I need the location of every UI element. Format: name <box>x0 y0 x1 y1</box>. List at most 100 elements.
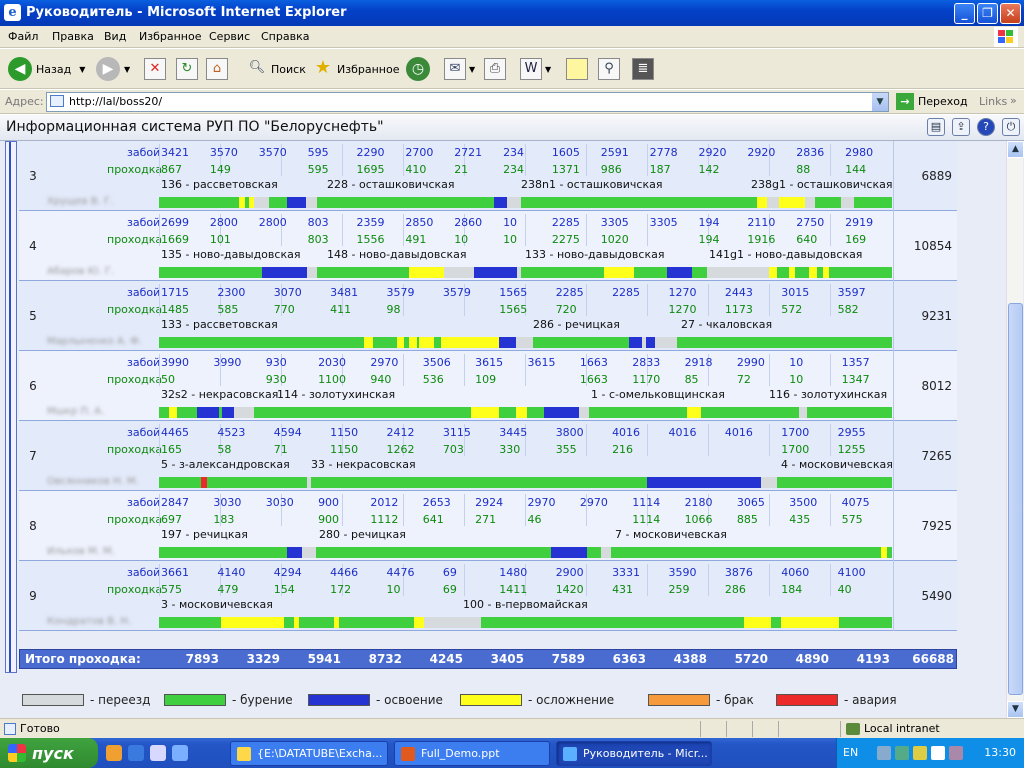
timeline-segment-osvoenie[interactable] <box>494 197 507 208</box>
favorites-button[interactable]: ★ Избранное <box>312 55 400 83</box>
timeline-segment-pereezd[interactable] <box>516 337 533 348</box>
task-ie[interactable]: Руководитель - Micr... <box>556 741 712 766</box>
timeline-segment-pereezd[interactable] <box>655 337 677 348</box>
timeline-segment-oslozhnenie[interactable] <box>769 267 777 278</box>
search-button[interactable]: 🔍︎ Поиск <box>246 55 306 83</box>
tray-icon[interactable] <box>949 746 963 760</box>
well-name[interactable]: 4 - московичевская <box>781 458 893 471</box>
well-name[interactable]: 5 - з-александровская <box>161 458 290 471</box>
export-icon[interactable]: ⇪ <box>952 118 970 136</box>
menu-edit[interactable]: Правка <box>52 30 94 43</box>
timeline-segment-burenie[interactable] <box>373 337 397 348</box>
timeline-segment-burenie[interactable] <box>284 617 294 628</box>
timeline-segment-pereezd[interactable] <box>761 477 777 488</box>
timeline-segment-osvoenie[interactable] <box>647 477 735 488</box>
menu-view[interactable]: Вид <box>104 30 126 43</box>
well-name[interactable]: 286 - речицкая <box>533 318 620 331</box>
timeline-segment-oslozhnenie[interactable] <box>781 617 839 628</box>
go-button[interactable]: → Переход <box>896 93 968 110</box>
timeline-segment-osvoenie[interactable] <box>499 337 516 348</box>
close-button[interactable]: ✕ <box>1000 3 1021 24</box>
well-name[interactable]: 133 - рассветовская <box>161 318 278 331</box>
activity-timeline[interactable] <box>159 197 892 208</box>
activity-timeline[interactable] <box>159 337 892 348</box>
timeline-segment-oslozhnenie[interactable] <box>169 407 177 418</box>
timeline-segment-burenie[interactable] <box>777 477 892 488</box>
timeline-segment-pereezd[interactable] <box>254 197 269 208</box>
timeline-segment-osvoenie[interactable] <box>222 407 234 418</box>
timeline-segment-pereezd[interactable] <box>767 197 779 208</box>
well-name[interactable]: 280 - речицкая <box>319 528 406 541</box>
timeline-segment-osvoenie[interactable] <box>551 547 587 558</box>
tray-icon[interactable] <box>895 746 909 760</box>
timeline-segment-burenie[interactable] <box>159 337 364 348</box>
help-icon[interactable]: ? <box>977 118 995 136</box>
tray-icon[interactable] <box>877 746 891 760</box>
ie-icon[interactable] <box>128 745 144 761</box>
timeline-segment-burenie[interactable] <box>159 407 169 418</box>
timeline-segment-osvoenie[interactable] <box>544 407 579 418</box>
timeline-segment-pereezd[interactable] <box>449 617 481 628</box>
timeline-segment-burenie[interactable] <box>159 617 221 628</box>
address-dropdown-icon[interactable]: ▼ <box>872 93 888 111</box>
menu-help[interactable]: Справка <box>261 30 309 43</box>
timeline-segment-pereezd[interactable] <box>307 267 317 278</box>
well-name[interactable]: 33 - некрасовская <box>311 458 416 471</box>
timeline-segment-burenie[interactable] <box>159 547 287 558</box>
timeline-segment-oslozhnenie[interactable] <box>221 617 284 628</box>
timeline-segment-oslozhnenie[interactable] <box>409 267 444 278</box>
timeline-segment-burenie[interactable] <box>611 547 881 558</box>
timeline-segment-burenie[interactable] <box>527 407 544 418</box>
timeline-segment-burenie[interactable] <box>807 407 892 418</box>
timeline-segment-burenie[interactable] <box>777 267 789 278</box>
timeline-segment-osvoenie[interactable] <box>262 267 307 278</box>
scroll-up-icon[interactable]: ▲ <box>1007 141 1024 158</box>
timeline-segment-burenie[interactable] <box>795 267 809 278</box>
well-name[interactable]: 135 - ново-давыдовская <box>161 248 300 261</box>
home-button[interactable]: ⌂ <box>206 55 231 83</box>
timeline-segment-burenie[interactable] <box>177 407 197 418</box>
timeline-segment-burenie[interactable] <box>339 617 414 628</box>
timeline-segment-oslozhnenie[interactable] <box>687 407 701 418</box>
timeline-segment-burenie[interactable] <box>815 197 841 208</box>
timeline-segment-pereezd[interactable] <box>601 547 611 558</box>
well-name[interactable]: 3 - московичевская <box>161 598 273 611</box>
timeline-segment-pereezd[interactable] <box>424 617 449 628</box>
timeline-segment-pereezd[interactable] <box>302 547 316 558</box>
timeline-segment-burenie[interactable] <box>521 197 757 208</box>
chevron-down-icon[interactable]: ▼ <box>124 65 130 74</box>
well-name[interactable]: 27 - чкаловская <box>681 318 772 331</box>
activity-timeline[interactable] <box>159 617 892 628</box>
timeline-segment-burenie[interactable] <box>254 407 471 418</box>
well-name[interactable]: 141g1 - ново-давыдовская <box>709 248 862 261</box>
timeline-segment-oslozhnenie[interactable] <box>409 337 417 348</box>
menu-file[interactable]: Файл <box>8 30 38 43</box>
well-name[interactable]: 197 - речицкая <box>161 528 248 541</box>
well-name[interactable]: 238n1 - осташковичская <box>521 178 662 191</box>
well-name[interactable]: 136 - рассветовская <box>161 178 278 191</box>
well-name[interactable]: 228 - осташковичская <box>327 178 455 191</box>
timeline-segment-burenie[interactable] <box>299 617 334 628</box>
timeline-segment-oslozhnenie[interactable] <box>364 337 373 348</box>
timeline-segment-oslozhnenie[interactable] <box>471 407 499 418</box>
timeline-segment-burenie[interactable] <box>207 477 307 488</box>
well-name[interactable]: 7 - московичевская <box>615 528 727 541</box>
start-button[interactable]: пуск <box>0 738 98 768</box>
task-excha[interactable]: {E:\DATATUBE\Excha... <box>230 741 388 766</box>
show-desktop-icon[interactable] <box>150 745 166 761</box>
crew-table-viewport[interactable]: Гончаренко С.В.128 - ольшанская161 - н-с… <box>19 141 957 673</box>
well-name[interactable]: 32s2 - некрасовская <box>161 388 278 401</box>
timeline-segment-burenie[interactable] <box>677 337 892 348</box>
timeline-segment-oslozhnenie[interactable] <box>397 337 404 348</box>
timeline-segment-pereezd[interactable] <box>799 407 807 418</box>
back-button[interactable]: ◀ Назад ▼ <box>8 55 85 83</box>
discuss-button[interactable] <box>566 55 591 83</box>
scroll-down-icon[interactable]: ▼ <box>1007 701 1024 718</box>
timeline-segment-oslozhnenie[interactable] <box>779 197 805 208</box>
timeline-segment-oslozhnenie[interactable] <box>757 197 767 208</box>
timeline-segment-burenie[interactable] <box>269 197 287 208</box>
well-name[interactable]: 100 - в-первомайская <box>463 598 588 611</box>
tray-icon[interactable] <box>931 746 945 760</box>
menu-tools[interactable]: Сервис <box>209 30 250 43</box>
activity-timeline[interactable] <box>159 267 892 278</box>
